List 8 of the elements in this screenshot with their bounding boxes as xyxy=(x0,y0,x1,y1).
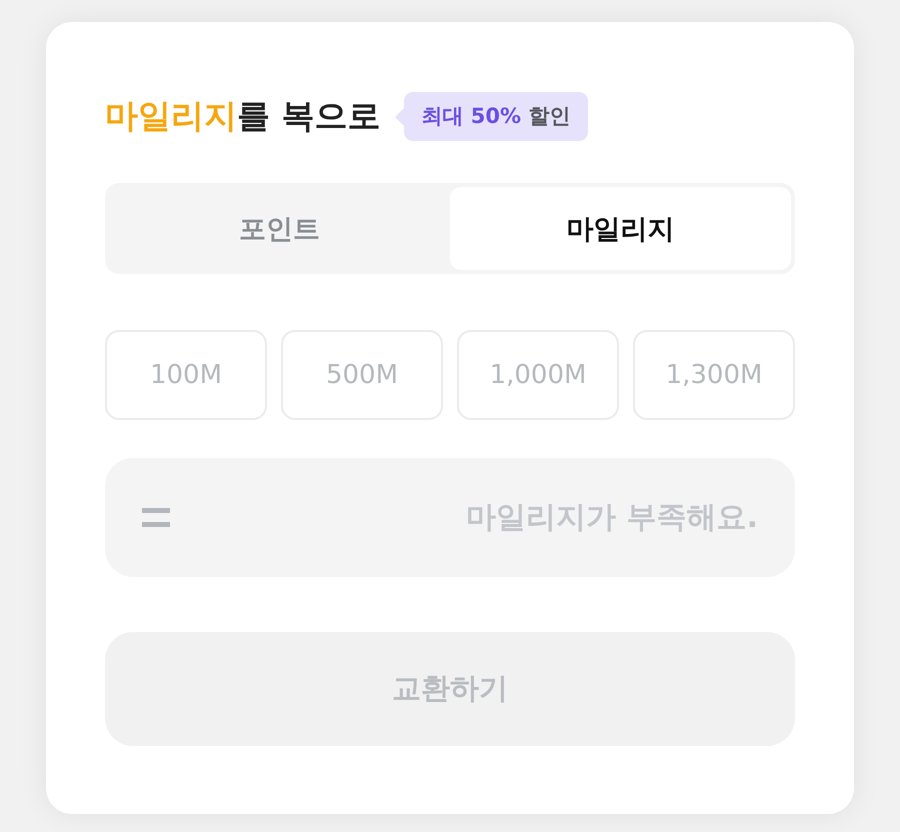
tab[interactable]: 포인트 xyxy=(109,187,450,270)
amount-chip[interactable]: 1,300M xyxy=(633,330,795,420)
amount-chip[interactable]: 1,000M xyxy=(457,330,619,420)
amount-chip[interactable]: 500M xyxy=(281,330,443,420)
equals-icon xyxy=(142,508,170,527)
amount-chip[interactable]: 100M xyxy=(105,330,267,420)
tab[interactable]: 마일리지 xyxy=(450,187,791,270)
title-heading: 마일리지를 복으로 xyxy=(105,95,380,138)
